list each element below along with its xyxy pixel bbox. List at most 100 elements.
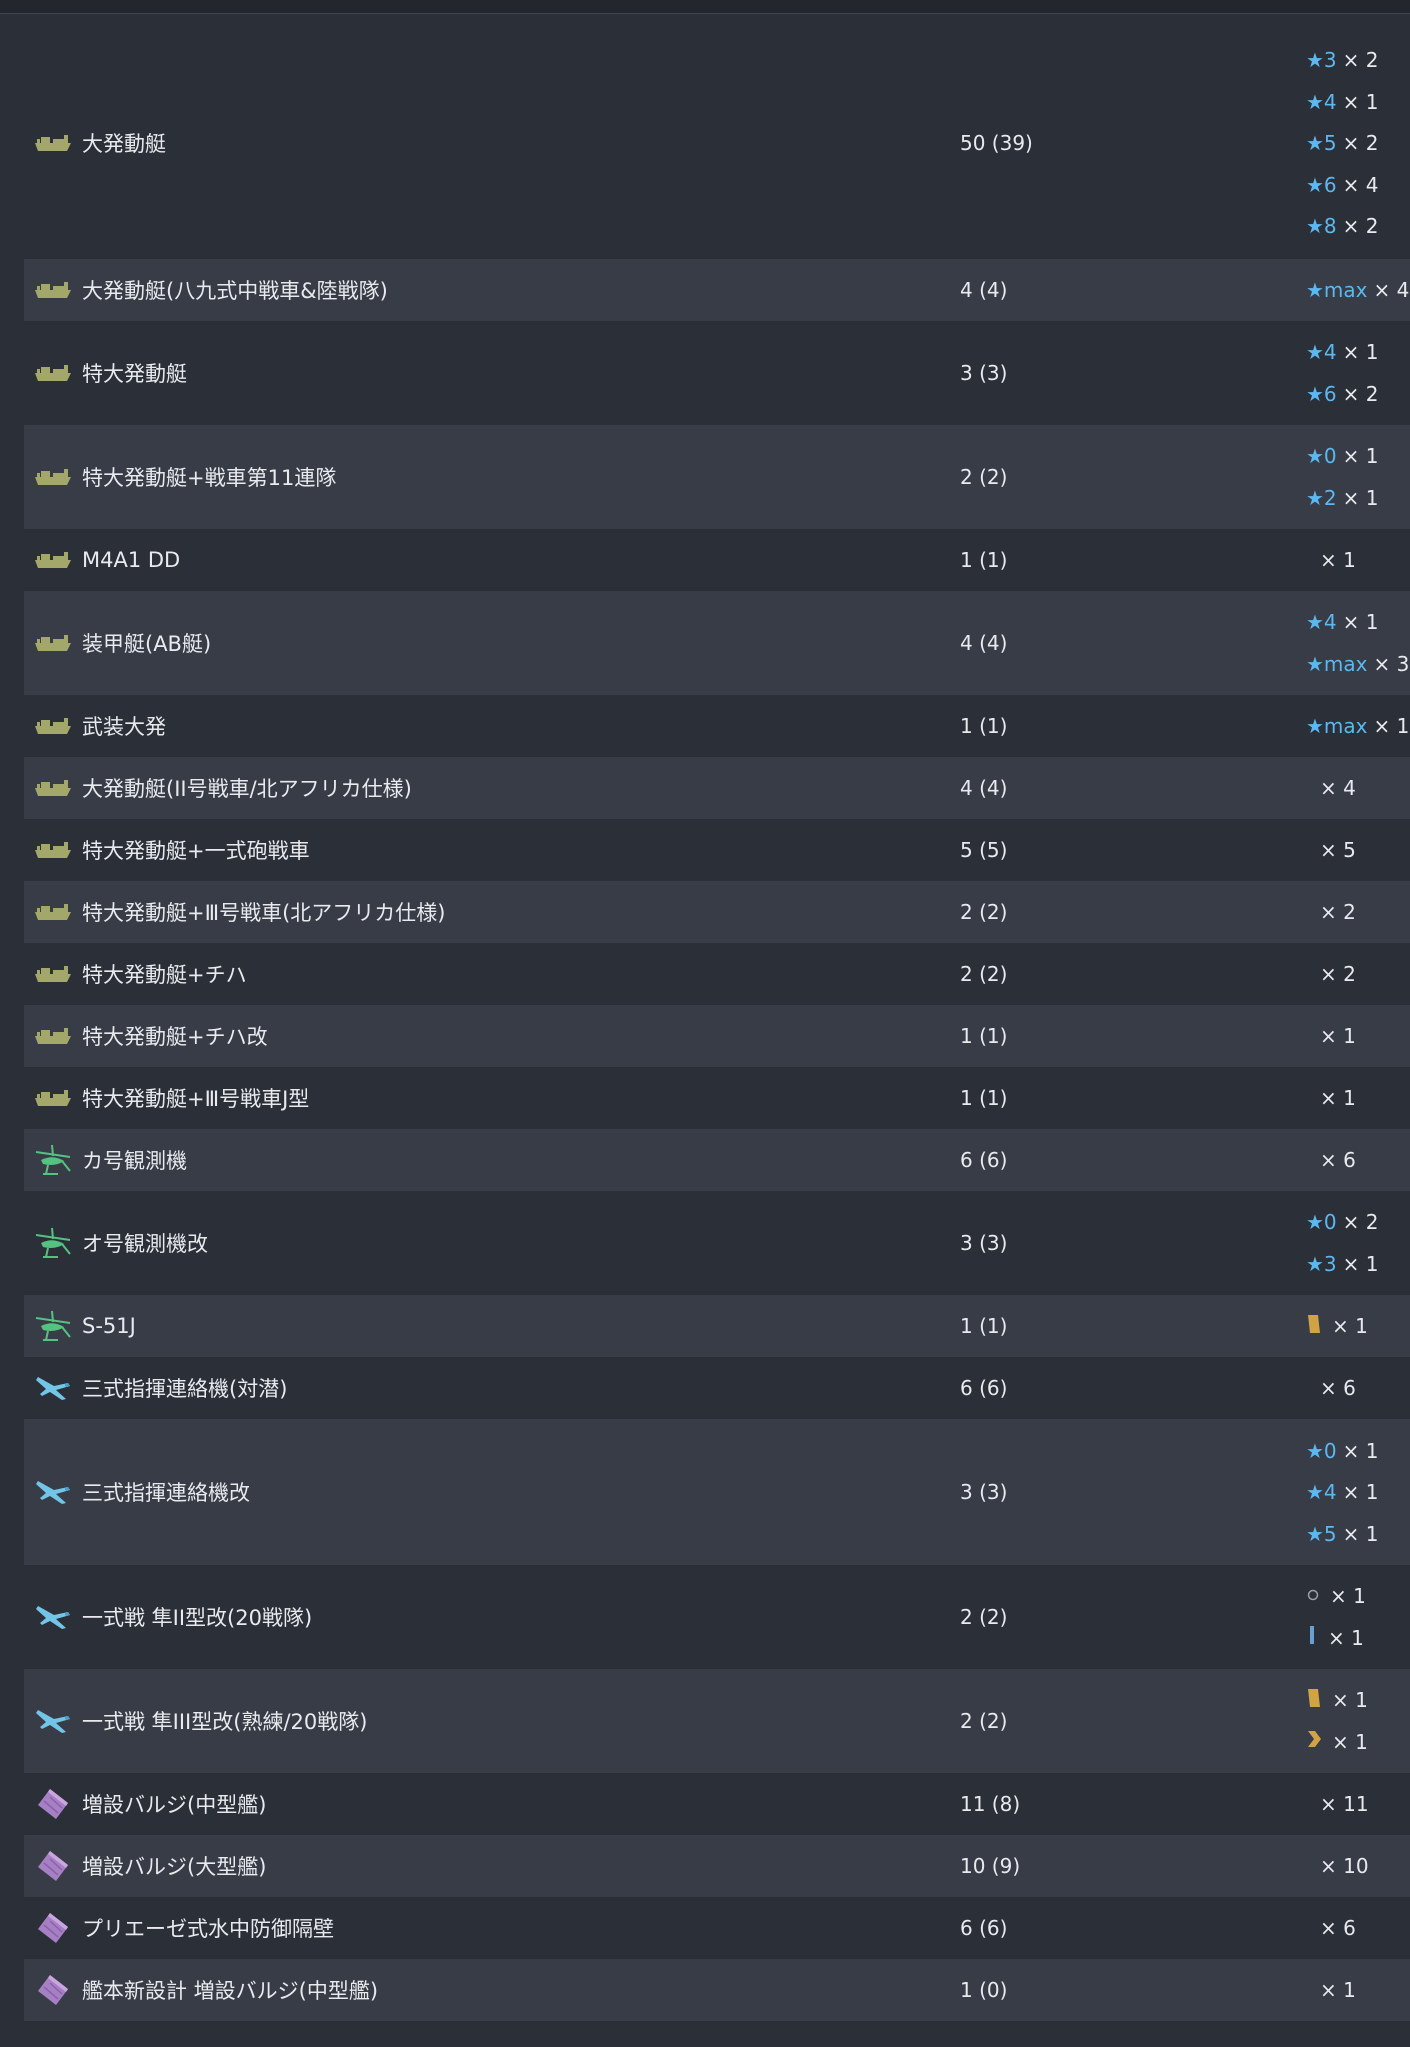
- improvement-entry: ★4 × 1: [1306, 337, 1379, 367]
- table-row[interactable]: 装甲艇(AB艇) 4 (4) ★4 × 1 ★max × 3: [24, 591, 1410, 695]
- star-level: ★2: [1306, 485, 1337, 510]
- table-row[interactable]: 増設バルジ(大型艦) 10 (9) × 10: [24, 1835, 1410, 1897]
- improvement-multiplier: × 2: [1342, 214, 1379, 238]
- equipment-count: 6 (6): [960, 1916, 1008, 1940]
- equipment-name: 特大発動艇: [24, 356, 187, 390]
- table-row[interactable]: 一式戦 隼II型改(20戦隊) 2 (2) × 1 × 1: [24, 1565, 1410, 1669]
- liaison-plane-icon-svg: [36, 1377, 70, 1400]
- equipment-name-text: 大発動艇: [82, 132, 166, 156]
- improvement-multiplier: × 1: [1342, 485, 1379, 510]
- improvement-entry: × 1: [1306, 1083, 1356, 1113]
- equipment-name: M4A1 DD: [24, 543, 180, 577]
- table-row[interactable]: オ号観測機改 3 (3) ★0 × 2 ★3 × 1: [24, 1191, 1410, 1295]
- table-row[interactable]: 特大発動艇+Ⅲ号戦車J型 1 (1) × 1: [24, 1067, 1410, 1129]
- star-level: ★0: [1306, 1438, 1337, 1463]
- bulge-icon-svg: [38, 1913, 68, 1943]
- improvement-entry: ★0 × 1: [1306, 1436, 1379, 1466]
- improvement-multiplier: × 4: [1320, 776, 1356, 800]
- landing-craft-icon-svg: [35, 282, 71, 298]
- autogyro-icon-svg: [35, 1227, 71, 1258]
- equipment-name-text: 特大発動艇+Ⅲ号戦車J型: [82, 1087, 310, 1111]
- improvement-entry: × 1: [1306, 1623, 1364, 1653]
- improvement-entry: × 2: [1306, 959, 1356, 989]
- improvement-multiplier: × 1: [1373, 714, 1410, 738]
- landing-craft-icon: [34, 833, 72, 867]
- equipment-count: 3 (3): [960, 1231, 1008, 1255]
- improvement-entry: × 2: [1306, 897, 1356, 927]
- autogyro-icon-svg: [35, 1144, 71, 1175]
- bulge-icon-svg: [38, 1789, 68, 1819]
- equipment-name: 一式戦 隼III型改(熟練/20戦隊): [24, 1704, 367, 1738]
- star-level: ★4: [1306, 1480, 1337, 1504]
- equipment-name: S-51J: [24, 1309, 136, 1343]
- landing-craft-icon: [34, 895, 72, 929]
- improvement-multiplier: × 3: [1373, 651, 1410, 676]
- equipment-name-text: 特大発動艇+チハ改: [82, 1025, 268, 1049]
- table-row[interactable]: S-51J 1 (1) × 1: [24, 1295, 1410, 1357]
- table-row[interactable]: 艦本新設計 増設バルジ(中型艦) 1 (0) × 1: [24, 1959, 1410, 2021]
- equipment-count: 4 (4): [960, 776, 1008, 800]
- improvement-entry: × 1: [1306, 1581, 1366, 1611]
- equipment-count: 2 (2): [960, 900, 1008, 924]
- table-row[interactable]: カ号観測機 6 (6) × 6: [24, 1129, 1410, 1191]
- star-level: ★6: [1306, 381, 1337, 406]
- improvement-multiplier: × 1: [1342, 1521, 1379, 1546]
- equipment-count: 3 (3): [960, 1480, 1008, 1504]
- table-row[interactable]: 一式戦 隼III型改(熟練/20戦隊) 2 (2) × 1 × 1: [24, 1669, 1410, 1773]
- gold-bar-icon: [1306, 1687, 1322, 1714]
- landing-craft-icon-svg: [35, 966, 71, 982]
- equipment-table: 大発動艇 50 (39) ★3 × 2 ★4 × 1 ★5 × 2 ★6 × 4 ★8 × 2 大発動艇…: [24, 27, 1410, 2021]
- equipment-count: 6 (6): [960, 1376, 1008, 1400]
- table-row[interactable]: 大発動艇(II号戦車/北アフリカ仕様) 4 (4) × 4: [24, 757, 1410, 819]
- improvement-entry: ★4 × 1: [1306, 1477, 1379, 1507]
- improvement-multiplier: × 1: [1320, 1024, 1356, 1048]
- equipment-count: 6 (6): [960, 1148, 1008, 1172]
- improvement-entry: × 1: [1306, 1975, 1356, 2005]
- improvement-multiplier: × 1: [1320, 1978, 1356, 2002]
- improvement-multiplier: × 1: [1330, 1584, 1366, 1609]
- equipment-name-text: 一式戦 隼II型改(20戦隊): [82, 1606, 313, 1630]
- table-row[interactable]: 特大発動艇+チハ 2 (2) × 2: [24, 943, 1410, 1005]
- table-row[interactable]: 特大発動艇+Ⅲ号戦車(北アフリカ仕様) 2 (2) × 2: [24, 881, 1410, 943]
- improvement-multiplier: × 2: [1342, 131, 1379, 155]
- table-row[interactable]: 特大発動艇+一式砲戦車 5 (5) × 5: [24, 819, 1410, 881]
- improvement-entry: × 10: [1306, 1851, 1369, 1881]
- gold-bar-icon: [1306, 1313, 1322, 1340]
- table-row[interactable]: 三式指揮連絡機(対潜) 6 (6) × 6: [24, 1357, 1410, 1419]
- table-row[interactable]: 特大発動艇+戦車第11連隊 2 (2) ★0 × 1 ★2 × 1: [24, 425, 1410, 529]
- table-row[interactable]: 特大発動艇+チハ改 1 (1) × 1: [24, 1005, 1410, 1067]
- table-row[interactable]: 武装大発 1 (1) ★max × 1: [24, 695, 1410, 757]
- landing-craft-icon-svg: [35, 469, 71, 485]
- table-row[interactable]: 大発動艇 50 (39) ★3 × 2 ★4 × 1 ★5 × 2 ★6 × 4 ★8 × 2: [24, 27, 1410, 259]
- equipment-count: 1 (1): [960, 1024, 1008, 1048]
- table-row[interactable]: プリエーゼ式水中防御隔壁 6 (6) × 6: [24, 1897, 1410, 1959]
- improvement-entry: ★6 × 4: [1306, 170, 1379, 200]
- landing-craft-icon-svg: [35, 780, 71, 796]
- improvement-entry: × 11: [1306, 1789, 1369, 1819]
- improvement-entry: × 6: [1306, 1373, 1356, 1403]
- improvement-multiplier: × 1: [1328, 1625, 1364, 1650]
- star-level: ★0: [1306, 1210, 1337, 1235]
- equipment-count: 2 (2): [960, 465, 1008, 489]
- equipment-name-text: 特大発動艇: [82, 362, 187, 386]
- improvement-multiplier: × 4: [1373, 278, 1410, 302]
- improvement-multiplier: × 1: [1332, 1688, 1368, 1713]
- table-row[interactable]: M4A1 DD 1 (1) × 1: [24, 529, 1410, 591]
- equipment-count: 4 (4): [960, 278, 1008, 302]
- equipment-name-text: 特大発動艇+一式砲戦車: [82, 839, 310, 863]
- table-row[interactable]: 大発動艇(八九式中戦車&陸戦隊) 4 (4) ★max × 4: [24, 259, 1410, 321]
- landing-craft-icon-svg: [35, 1028, 71, 1044]
- equipment-name-text: 装甲艇(AB艇): [82, 632, 212, 656]
- landing-craft-icon-svg: [35, 1090, 71, 1106]
- bulge-icon: [34, 1849, 72, 1883]
- improvement-entry: ★4 × 1: [1306, 607, 1379, 637]
- table-row[interactable]: 特大発動艇 3 (3) ★4 × 1 ★6 × 2: [24, 321, 1410, 425]
- liaison-plane-icon: [34, 1371, 72, 1405]
- table-row[interactable]: 増設バルジ(中型艦) 11 (8) × 11: [24, 1773, 1410, 1835]
- table-row[interactable]: 三式指揮連絡機改 3 (3) ★0 × 1 ★4 × 1 ★5 × 1: [24, 1419, 1410, 1565]
- equipment-name-text: 増設バルジ(中型艦): [82, 1793, 267, 1817]
- improvement-multiplier: × 2: [1342, 381, 1379, 406]
- improvement-entry: ★6 × 2: [1306, 379, 1379, 409]
- equipment-count: 1 (0): [960, 1978, 1008, 2002]
- liaison-plane-icon-svg: [36, 1710, 70, 1733]
